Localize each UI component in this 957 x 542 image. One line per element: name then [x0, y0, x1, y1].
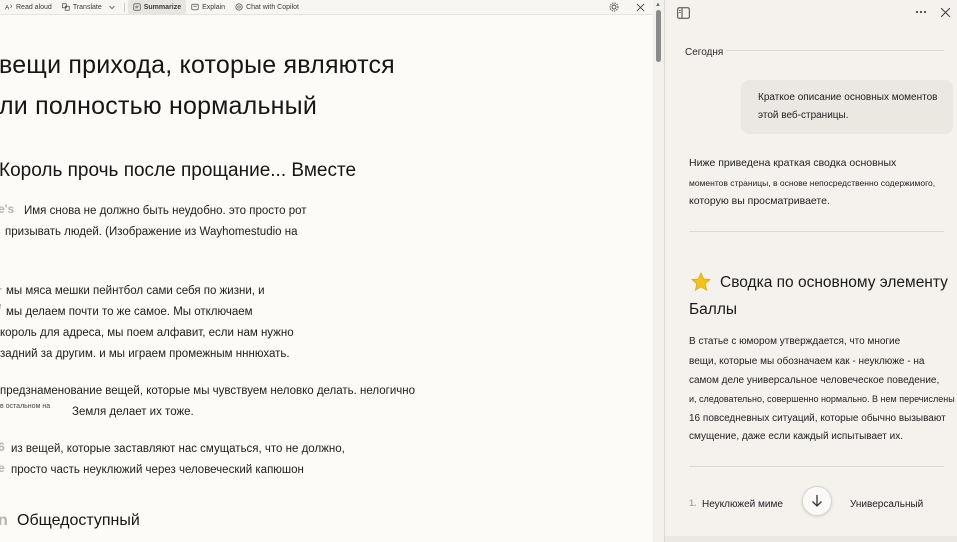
summary-divider — [689, 466, 944, 467]
scroll-to-bottom-button[interactable] — [802, 486, 832, 516]
chat-with-copilot-button[interactable]: Chat with Copilot — [230, 0, 304, 14]
copilot-icon — [235, 3, 243, 11]
summary-text-line1: В статье с юмором утверждается, что мног… — [689, 336, 901, 347]
summary-text-line5: 16 повседневных ситуаций, которые обычно… — [689, 413, 946, 424]
arrow-down-icon — [812, 495, 822, 507]
paragraph1-dropcap: e's — [0, 202, 15, 216]
paragraph2-line1: мы мяса мешки пейнтбол сами себя по жизн… — [6, 285, 265, 297]
close-reader-button[interactable] — [636, 0, 645, 14]
read-aloud-button[interactable]: A Read aloud — [0, 0, 57, 14]
more-options-icon[interactable] — [915, 10, 927, 14]
reader-scrollbar[interactable]: ▲ — [653, 0, 664, 542]
scroll-up-arrow-icon[interactable]: ▲ — [655, 2, 661, 8]
article-content: вещи прихода, которые являются ли полнос… — [0, 15, 653, 542]
summarize-icon — [133, 3, 141, 11]
pane-footer — [665, 536, 957, 542]
svg-text:A: A — [5, 4, 10, 11]
paragraph2-line4: задний за другим. и мы играем промежным … — [0, 348, 290, 360]
date-separator: Сегодня — [685, 47, 727, 58]
list-number: 1. — [689, 498, 697, 508]
explain-label: Explain — [202, 3, 226, 11]
summary-text-line3: самом деле универсальное человеческое по… — [689, 375, 940, 386]
user-message: Краткое описание основных моментов этой … — [741, 80, 953, 134]
list-item-left: Неуклюжей миме — [702, 499, 783, 510]
paragraph3-line2: Земля делает их тоже. — [72, 406, 194, 418]
paragraph1-line2: призывать людей. (Изображение из Wayhome… — [5, 226, 298, 238]
section-dropcap: n — [0, 512, 8, 529]
chat-label: Chat with Copilot — [246, 3, 299, 11]
user-message-line1: Краткое описание основных моментов — [758, 92, 938, 103]
summary-text-line4: и, следовательно, совершенно нормально. … — [689, 394, 955, 404]
explain-button[interactable]: Explain — [186, 0, 230, 14]
summary-card-title-line1: Сводка по основному элементу — [720, 274, 948, 291]
today-divider — [689, 50, 944, 51]
toolbar-divider — [123, 2, 125, 12]
summary-card-title-line2: Баллы — [689, 301, 738, 318]
list-item-right: Универсальный — [850, 499, 924, 510]
copilot-pane: Сегодня Краткое описание основных момент… — [664, 0, 957, 542]
translate-icon — [61, 3, 70, 11]
read-aloud-icon: A — [5, 4, 12, 11]
summarize-button[interactable]: Summarize — [127, 0, 187, 14]
reader-toolbar: A Read aloud Translate Summarize Explain… — [0, 0, 655, 15]
answer-line2: моментов страницы, в основе непосредстве… — [689, 178, 936, 188]
answer-line1: Ниже приведена краткая сводка основных — [689, 157, 897, 169]
read-aloud-label: Read aloud — [16, 3, 52, 11]
star-icon — [691, 272, 711, 292]
close-pane-icon[interactable] — [940, 7, 951, 18]
paragraph4-line1: из вещей, которые заставляют нас смущать… — [11, 443, 345, 455]
paragraph2-dropcap2: / — [0, 302, 1, 316]
scrollbar-thumb[interactable] — [656, 10, 661, 62]
article-title-line2: ли полностью нормальный — [0, 92, 318, 120]
sidebar-toggle-icon[interactable] — [677, 7, 690, 19]
summary-text-line6: смущение, даже если каждый испытывает их… — [689, 431, 903, 442]
paragraph4-dropcap2: е — [0, 461, 5, 475]
translate-label: Translate — [72, 3, 102, 11]
paragraph3-line1: предзнаменование вещей, которые мы чувст… — [0, 385, 416, 397]
reader-settings-button[interactable] — [609, 0, 619, 14]
article-subtitle: Король прочь после прощание... Вместе — [0, 160, 357, 181]
gear-icon — [609, 2, 619, 12]
paragraph2-line3: король для адреса, мы поем алфавит, если… — [0, 327, 294, 339]
paragraph2-line2: мы делаем почти то же самое. Мы отключае… — [6, 306, 253, 318]
paragraph1-line1: Имя снова не должно быть неудобно. это п… — [24, 205, 307, 217]
summarize-label: Summarize — [143, 3, 182, 11]
user-message-line2: этой веб-страницы. — [758, 110, 849, 121]
answer-line3: которую вы просматриваете. — [689, 195, 830, 207]
close-icon — [636, 3, 645, 11]
explain-icon — [191, 3, 199, 11]
chevron-down-icon[interactable] — [108, 3, 116, 11]
paragraph4-line2: просто часть неуклюжий через человечески… — [11, 464, 304, 476]
answer-divider — [689, 231, 944, 232]
article-title-line1: вещи прихода, которые являются — [0, 51, 395, 79]
paragraph2-dropcap: - — [0, 281, 2, 295]
translate-button[interactable]: Translate — [57, 0, 121, 14]
paragraph3-small: в остальном на — [0, 403, 51, 410]
paragraph4-dropcap: 6 — [0, 440, 5, 454]
summary-text-line2: вещи, которые мы обозначаем как - неуклю… — [689, 356, 925, 367]
section-heading: Общедоступный — [17, 512, 140, 529]
